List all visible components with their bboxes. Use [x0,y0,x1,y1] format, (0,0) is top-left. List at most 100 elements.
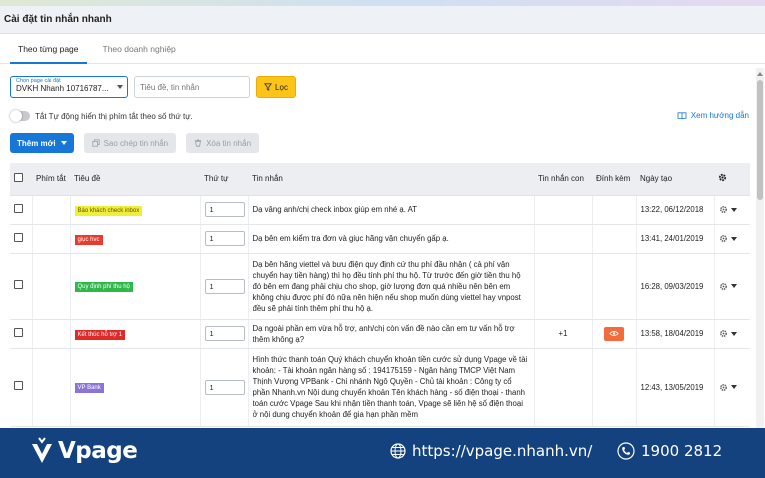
eye-icon [609,331,619,336]
shortcut-cell [32,253,71,320]
chevron-down-icon [117,85,123,89]
gear-icon[interactable] [718,173,727,182]
shortcut-cell [32,348,71,427]
quick-message-settings-window: Cài đặt tin nhắn nhanh Theo từng page Th… [0,6,765,428]
col-attachment: Đính kèm [592,163,636,196]
tab-by-page[interactable]: Theo từng page [6,44,91,64]
filter-button[interactable]: Lọc [256,76,296,98]
table-row[interactable]: Quy định phí thu hộ 1 Dạ bên hãng viettel … [10,253,750,320]
table-header-row: Phím tắt Tiêu đề Thứ tự Tin nhắn Tin nhắ… [10,163,750,196]
filter-icon [264,83,273,91]
created-date: 13:58, 18/04/2019 [640,329,704,338]
add-new-label: Thêm mới [17,138,56,148]
book-icon [677,111,687,119]
page-scrollbar[interactable] [756,68,764,428]
table-row[interactable]: Báo khách check inbox 1 Dạ vâng anh/chị ch… [10,195,750,225]
col-created: Ngày tạo [636,163,714,196]
search-input[interactable] [134,76,250,98]
gear-icon [719,235,727,242]
chevron-down-icon [730,236,737,241]
select-all-checkbox[interactable] [14,173,23,183]
window-title: Cài đặt tin nhắn nhanh [0,6,765,34]
chevron-down-icon [730,331,737,336]
row-checkbox[interactable] [14,381,23,390]
tab-bar: Theo từng page Theo doanh nghiệp [0,34,765,64]
table-row[interactable]: Kết thúc hỗ trợ 1 1 Dạ ngoài phần em vừa h… [10,319,750,349]
page-select-value: DVKH Nhanh 10716787... [16,84,109,93]
page-select-label: Chọn page cài đặt [16,78,61,84]
page-select[interactable]: Chọn page cài đặt DVKH Nhanh 10716787... [10,76,128,98]
order-input[interactable]: 1 [204,326,245,341]
vpage-logo-icon [32,437,52,463]
shortcut-cell [32,319,71,349]
row-settings-menu[interactable] [719,383,747,392]
phone-icon [617,442,635,460]
row-settings-menu[interactable] [719,282,747,291]
table-row[interactable]: giục hvc 1 Dạ bên em kiểm tra đơn và giục … [10,224,750,254]
auto-shortcut-label: Tắt Tự động hiển thị phím tắt theo số th… [35,111,193,121]
row-checkbox[interactable] [14,232,23,242]
title-tag[interactable]: Kết thúc hỗ trợ 1 [74,329,126,340]
title-tag[interactable]: Quy định phí thu hộ [74,282,133,292]
action-bar: Thêm mới Sao chép tin nhắn Xóa tin nhắn [10,133,260,153]
shortcut-cell [32,195,71,225]
tab-by-business[interactable]: Theo doanh nghiệp [91,44,188,63]
row-checkbox[interactable] [14,327,23,337]
scroll-thumb[interactable] [757,80,763,200]
guide-link-label: Xem hướng dẫn [690,111,749,120]
row-settings-menu[interactable] [719,205,747,214]
auto-shortcut-toggle-row: Tắt Tự động hiển thị phím tắt theo số th… [10,110,193,122]
message-text: Dạ bên em kiểm tra đơn và giục hãng vận … [252,234,449,243]
message-text: Dạ vâng anh/chị check inbox giúp em nhé … [252,205,418,214]
scroll-up-icon[interactable] [757,72,763,76]
message-text: Dạ bên hãng viettel và bưu điện quy định… [252,259,521,313]
order-input[interactable]: 1 [204,231,245,246]
footer-url-text: https://vpage.nhanh.vn/ [412,442,593,460]
order-input[interactable]: 1 [204,379,245,395]
row-checkbox[interactable] [14,280,23,289]
gear-icon [719,282,727,290]
col-sub-message: Tin nhắn con [534,163,592,196]
sub-message-count: +1 [558,329,568,338]
message-text: Hình thức thanh toán Quý khách chuyển kh… [252,355,528,419]
footer-hotline[interactable]: 1900 2812 [617,442,722,460]
row-settings-menu[interactable] [719,234,747,243]
gear-icon [719,330,727,337]
delete-message-label: Xóa tin nhắn [206,138,252,148]
attachment-preview-button[interactable] [604,326,624,341]
created-date: 13:22, 06/12/2018 [640,205,704,214]
auto-shortcut-switch[interactable] [10,110,30,122]
col-title: Tiêu đề [70,163,200,196]
title-tag[interactable]: giục hvc [74,234,103,245]
globe-icon [390,443,406,459]
copy-message-button[interactable]: Sao chép tin nhắn [83,133,177,153]
message-text: Dạ ngoài phần em vừa hỗ trợ, anh/chị còn… [252,323,515,344]
filter-bar: Chọn page cài đặt DVKH Nhanh 10716787...… [10,76,296,98]
order-input[interactable]: 1 [204,202,245,217]
chevron-down-icon [60,141,67,145]
trash-icon [194,139,202,147]
col-order: Thứ tự [200,163,248,196]
title-tag[interactable]: VP Bank [74,383,104,393]
col-shortcut: Phím tắt [32,163,70,196]
filter-button-label: Lọc [275,82,288,92]
created-date: 13:41, 24/01/2019 [640,234,704,243]
vpage-footer-banner: Vpage https://vpage.nhanh.vn/ 1900 2812 [0,428,765,478]
row-checkbox[interactable] [14,203,23,213]
row-settings-menu[interactable] [719,329,747,338]
col-message: Tin nhắn [248,163,534,196]
order-input[interactable]: 1 [204,278,245,294]
chevron-down-icon [730,385,737,389]
brand-name: Vpage [58,438,138,464]
delete-message-button[interactable]: Xóa tin nhắn [186,133,260,153]
footer-website[interactable]: https://vpage.nhanh.vn/ [390,442,592,460]
add-new-button[interactable]: Thêm mới [10,133,74,153]
title-tag[interactable]: Báo khách check inbox [74,205,143,216]
vpage-logo: Vpage [30,436,138,466]
shortcut-cell [32,224,71,254]
table-row[interactable]: VP Bank 1 Hình thức thanh toán Quý khách c… [10,348,750,427]
created-date: 12:43, 13/05/2019 [640,382,704,392]
copy-message-label: Sao chép tin nhắn [103,138,169,148]
guide-link[interactable]: Xem hướng dẫn [677,111,749,120]
gear-icon [719,383,727,391]
